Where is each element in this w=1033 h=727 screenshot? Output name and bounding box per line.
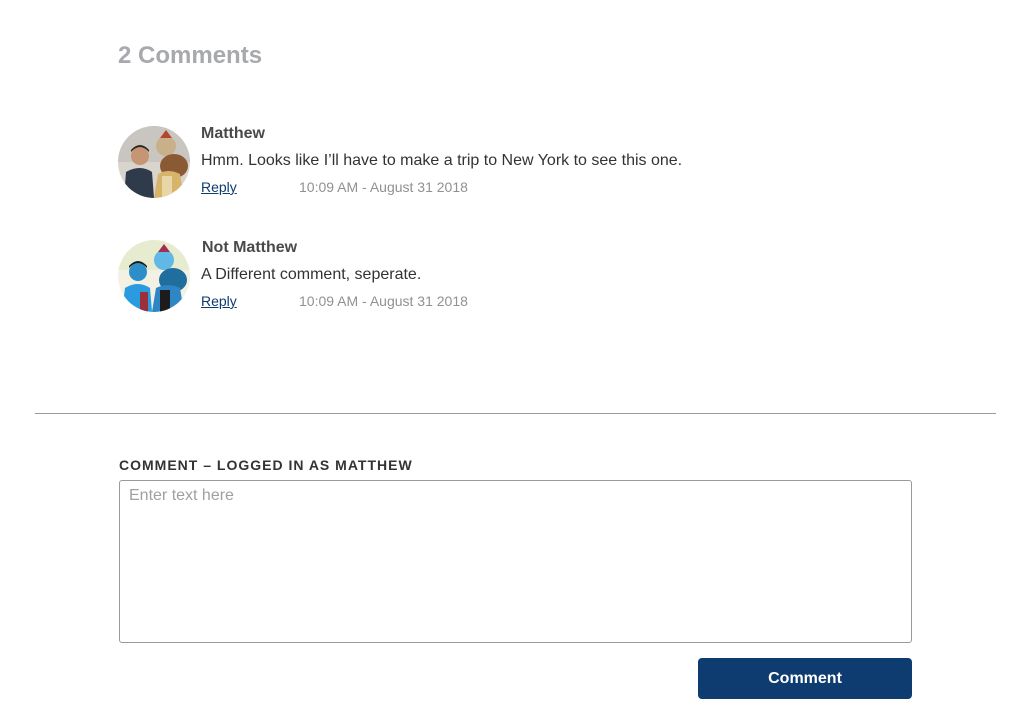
comment-text: Hmm. Looks like I’ll have to make a trip… [201, 152, 683, 169]
comment-text: A Different comment, seperate. [201, 266, 422, 283]
comment-input[interactable] [119, 480, 912, 643]
user-photo-avatar-icon [118, 240, 190, 312]
comment-timestamp: 10:09 AM - August 31 2018 [299, 293, 468, 309]
user-avatar-matthew [118, 126, 190, 198]
user-avatar-not-matthew [118, 240, 190, 312]
section-divider [35, 413, 996, 414]
comment-timestamp: 10:09 AM - August 31 2018 [299, 179, 468, 195]
reply-link[interactable]: Reply [201, 178, 237, 196]
comment-form-label: COMMENT – LOGGED IN AS MATTHEW [119, 457, 413, 473]
comment-author: Not Matthew [202, 239, 298, 256]
user-photo-avatar-icon [118, 126, 190, 198]
comment-item: Not Matthew A Different comment, seperat… [118, 238, 918, 318]
comment-submit-button[interactable]: Comment [698, 658, 912, 699]
comments-count-heading: 2 Comments [118, 42, 263, 69]
comment-author: Matthew [201, 125, 265, 142]
comment-item: Matthew Hmm. Looks like I’ll have to mak… [118, 124, 918, 204]
reply-link[interactable]: Reply [201, 292, 237, 310]
